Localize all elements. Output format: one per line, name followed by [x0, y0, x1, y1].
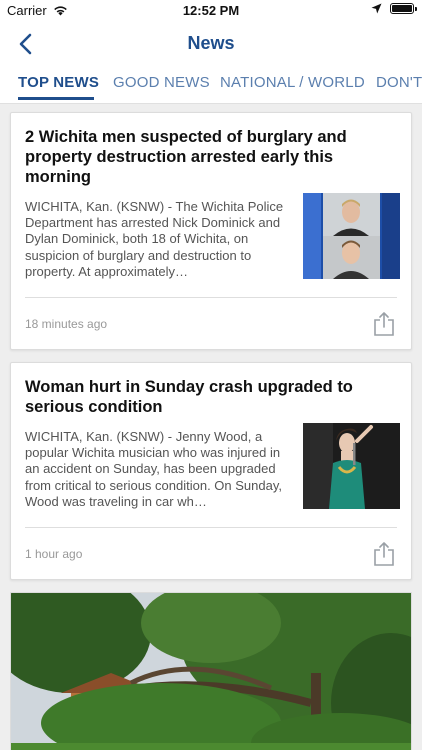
- share-button[interactable]: [373, 541, 395, 567]
- article-title[interactable]: 2 Wichita men suspected of burglary and …: [25, 127, 397, 187]
- tab-dont[interactable]: DON'T: [376, 74, 422, 91]
- article-excerpt: WICHITA, Kan. (KSNW) - Jenny Wood, a pop…: [25, 429, 282, 509]
- share-icon: [374, 542, 394, 566]
- mugshot-image: [303, 193, 400, 279]
- page-title: News: [187, 33, 235, 53]
- status-bar: Carrier 12:52 PM: [0, 0, 422, 22]
- tab-good-news[interactable]: GOOD NEWS: [113, 74, 210, 91]
- card-divider: [25, 527, 397, 528]
- location-arrow-icon: [371, 3, 382, 14]
- article-timestamp: 18 minutes ago: [25, 317, 108, 331]
- article-thumbnail[interactable]: [303, 193, 400, 279]
- nav-bar: News: [0, 22, 422, 66]
- battery-icon: [390, 3, 417, 14]
- article-card[interactable]: 2 Wichita men suspected of burglary and …: [10, 112, 412, 350]
- article-title[interactable]: Woman hurt in Sunday crash upgraded to s…: [25, 377, 397, 417]
- article-hero-image[interactable]: [10, 592, 412, 750]
- article-card[interactable]: Woman hurt in Sunday crash upgraded to s…: [10, 362, 412, 580]
- battery-fill: [392, 5, 412, 12]
- tab-national-world[interactable]: NATIONAL / WORLD: [220, 74, 365, 91]
- article-thumbnail[interactable]: [303, 423, 400, 509]
- share-button[interactable]: [373, 311, 395, 337]
- article-timestamp: 1 hour ago: [25, 547, 83, 561]
- status-time: 12:52 PM: [182, 3, 240, 18]
- card-divider: [25, 297, 397, 298]
- musician-image: [303, 423, 400, 509]
- tab-bar: TOP NEWS GOOD NEWS NATIONAL / WORLD DON'…: [0, 66, 422, 104]
- fallen-tree-image: [11, 593, 411, 750]
- article-excerpt: WICHITA, Kan. (KSNW) - The Wichita Polic…: [25, 199, 284, 279]
- share-icon: [374, 312, 394, 336]
- status-right: [371, 3, 417, 14]
- tab-top-news[interactable]: TOP NEWS: [18, 74, 99, 91]
- active-tab-indicator: [18, 97, 94, 100]
